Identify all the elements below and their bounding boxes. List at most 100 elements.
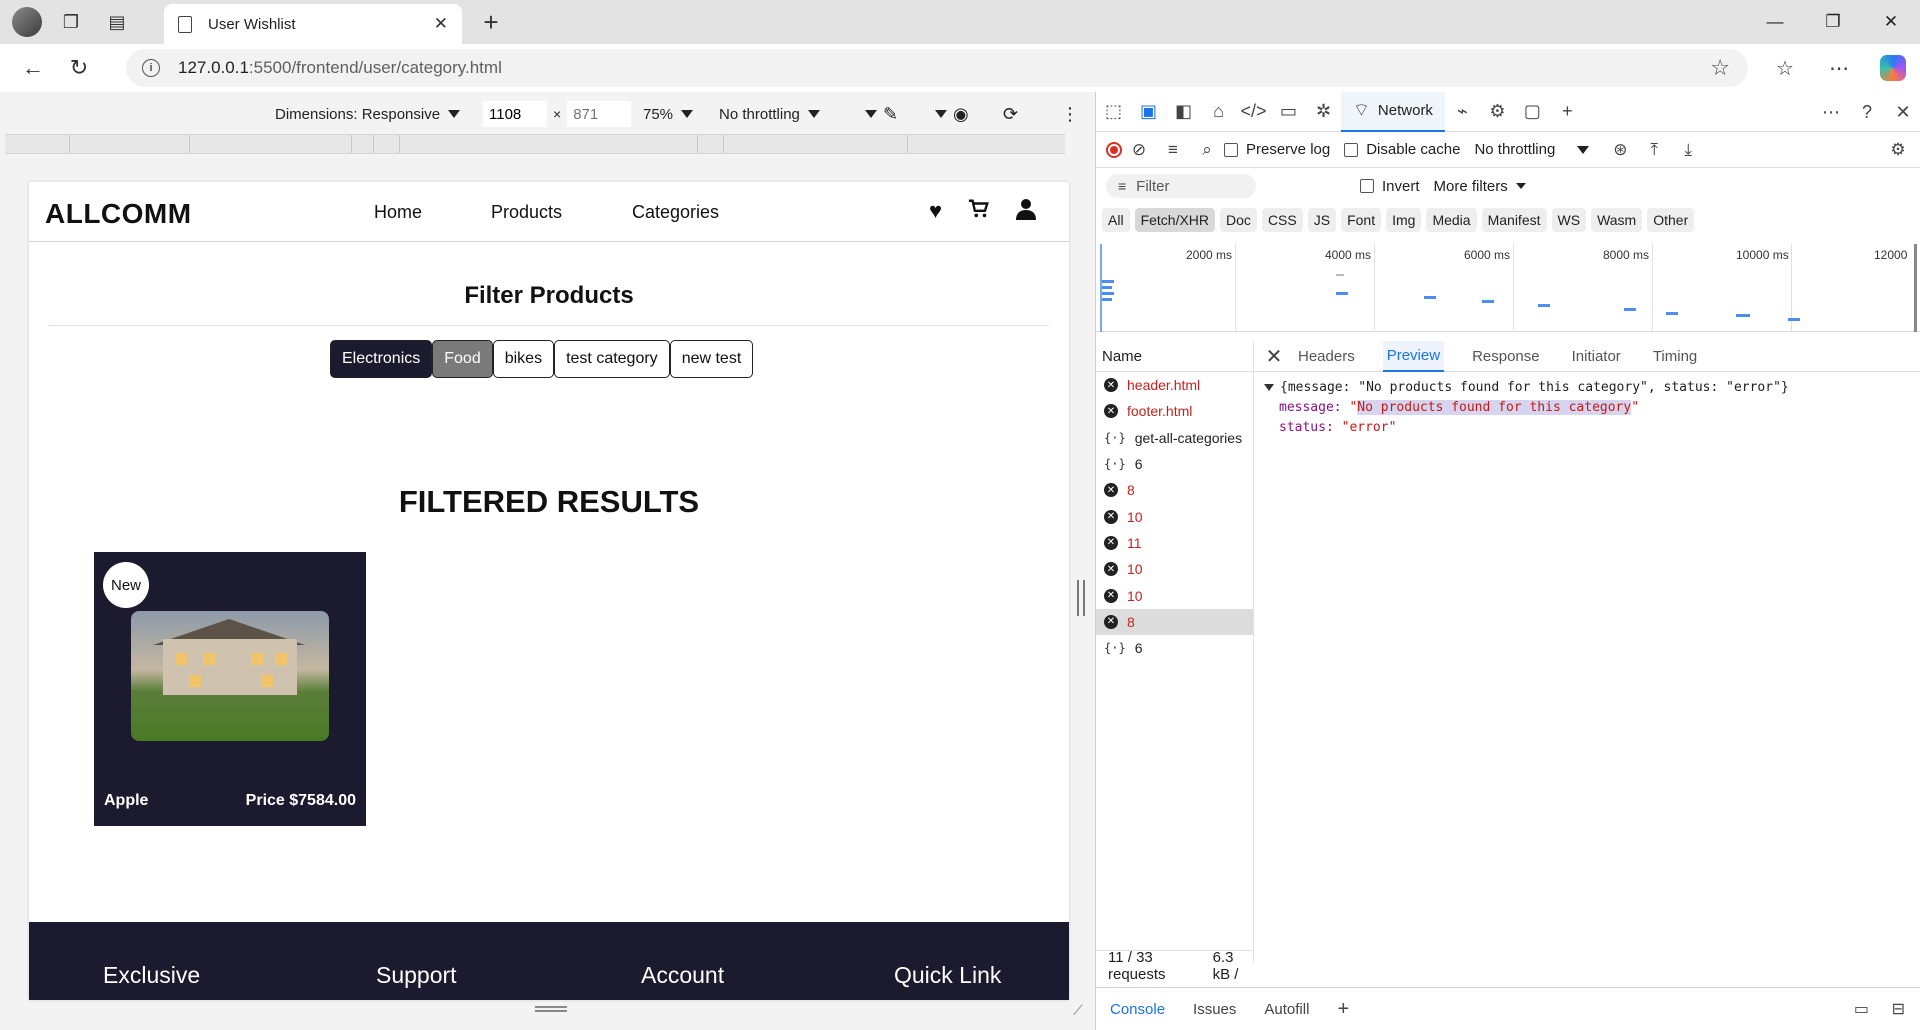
drawer-tab-autofill[interactable]: Autofill: [1250, 1001, 1323, 1018]
request-row[interactable]: {·} 6: [1096, 635, 1253, 661]
close-tab-icon[interactable]: ✕: [434, 14, 448, 34]
search-icon[interactable]: ⌕: [1190, 132, 1224, 168]
category-new-test-button[interactable]: new test: [669, 340, 754, 378]
drawer-tab-issues[interactable]: Issues: [1179, 1001, 1250, 1018]
more-filters-dropdown[interactable]: More filters: [1434, 178, 1526, 195]
eye-icon[interactable]: ◉: [953, 104, 969, 125]
eyedropper-icon[interactable]: ✎: [883, 104, 898, 125]
category-bikes-button[interactable]: bikes: [492, 340, 555, 378]
json-root-line[interactable]: {message: "No products found for this ca…: [1264, 378, 1920, 398]
tab-headers[interactable]: Headers: [1294, 342, 1359, 371]
rotate-icon[interactable]: ⟳: [1003, 104, 1018, 125]
type-doc[interactable]: Doc: [1220, 208, 1257, 232]
type-js[interactable]: JS: [1307, 208, 1337, 232]
request-row[interactable]: ✕ 10: [1096, 582, 1253, 608]
height-input[interactable]: [567, 101, 632, 127]
help-icon[interactable]: ?: [1849, 92, 1885, 132]
site-info-icon[interactable]: i: [142, 59, 160, 77]
category-electronics-button[interactable]: Electronics: [330, 340, 433, 378]
request-row[interactable]: ✕ 8: [1096, 477, 1253, 503]
type-wasm[interactable]: Wasm: [1591, 208, 1643, 232]
tab-initiator[interactable]: Initiator: [1568, 342, 1625, 371]
favorites-icon[interactable]: ☆: [1758, 56, 1812, 81]
inspect-icon[interactable]: ⬚: [1096, 92, 1131, 132]
request-row[interactable]: ✕ 11: [1096, 530, 1253, 556]
viewport-resize-handle[interactable]: [1077, 580, 1085, 616]
viewport-corner-grip[interactable]: ⟋: [1073, 1002, 1083, 1019]
network-conditions-icon[interactable]: ⊛: [1603, 132, 1637, 168]
dock-drawer-icon[interactable]: ▭: [1854, 999, 1869, 1019]
elements-icon[interactable]: </>: [1236, 92, 1271, 132]
browser-tab[interactable]: User Wishlist ✕: [164, 4, 462, 44]
type-manifest[interactable]: Manifest: [1481, 208, 1547, 232]
sources-bug-icon[interactable]: ✲: [1306, 92, 1341, 132]
category-food-button[interactable]: Food: [432, 340, 493, 378]
add-tool-icon[interactable]: +: [1550, 92, 1585, 132]
invert-checkbox[interactable]: Invert: [1360, 178, 1420, 195]
dock-icon[interactable]: ◧: [1166, 92, 1201, 132]
dimensions-select[interactable]: Dimensions: Responsive: [275, 106, 461, 123]
favorite-star-icon[interactable]: ☆: [1710, 55, 1730, 81]
width-input[interactable]: [483, 101, 547, 127]
type-all[interactable]: All: [1102, 208, 1130, 232]
close-details-icon[interactable]: ✕: [1254, 344, 1294, 369]
nav-categories[interactable]: Categories: [632, 202, 719, 223]
device-more-icon[interactable]: ⋮: [1061, 104, 1079, 125]
expand-triangle-icon[interactable]: [1264, 384, 1274, 391]
clear-icon[interactable]: ⊘: [1122, 132, 1156, 168]
performance-icon[interactable]: ⌁: [1445, 92, 1480, 132]
reload-icon[interactable]: ↻: [56, 48, 102, 88]
more-tools-icon[interactable]: ⋯: [1813, 92, 1849, 132]
restore-icon[interactable]: ❐: [1804, 0, 1862, 44]
site-logo[interactable]: ALLCOMM: [45, 198, 192, 230]
network-overview-timeline[interactable]: 2000 ms 4000 ms 6000 ms 8000 ms 10000 ms…: [1096, 244, 1920, 332]
request-row[interactable]: ✕ 8: [1096, 608, 1253, 635]
type-ws[interactable]: WS: [1551, 208, 1587, 232]
type-media[interactable]: Media: [1426, 208, 1477, 232]
preserve-log-checkbox[interactable]: Preserve log: [1224, 141, 1330, 158]
product-card[interactable]: New Apple Price $7584.00: [94, 552, 366, 826]
request-row[interactable]: ✕ 10: [1096, 503, 1253, 529]
request-row[interactable]: ✕ 10: [1096, 556, 1253, 582]
tab-response[interactable]: Response: [1468, 342, 1544, 371]
category-test-button[interactable]: test category: [554, 340, 670, 378]
record-icon[interactable]: [1106, 141, 1122, 158]
device-toggle-icon[interactable]: ▣: [1131, 92, 1166, 132]
close-window-icon[interactable]: ✕: [1862, 0, 1920, 44]
console-icon[interactable]: ▭: [1271, 92, 1306, 132]
profile-avatar[interactable]: [12, 7, 42, 37]
cart-icon[interactable]: [968, 198, 990, 226]
url-field[interactable]: i 127.0.0.1:5500/frontend/user/category.…: [126, 49, 1748, 87]
welcome-home-icon[interactable]: ⌂: [1201, 92, 1236, 132]
filter-settings-icon[interactable]: ≡: [1156, 132, 1190, 168]
close-devtools-icon[interactable]: ✕: [1885, 92, 1920, 132]
new-tab-button[interactable]: +: [474, 4, 508, 40]
request-row[interactable]: {·} get-all-categories: [1096, 425, 1253, 451]
minimize-icon[interactable]: —: [1746, 0, 1804, 44]
tab-timing[interactable]: Timing: [1649, 342, 1701, 371]
viewport-height-handle[interactable]: [535, 1006, 567, 1012]
request-row[interactable]: ✕ header.html: [1096, 372, 1253, 398]
application-icon[interactable]: ▢: [1515, 92, 1550, 132]
user-icon[interactable]: [1016, 198, 1037, 226]
throttling-dropdown[interactable]: No throttling: [1474, 141, 1590, 158]
type-other[interactable]: Other: [1647, 208, 1695, 232]
type-img[interactable]: Img: [1386, 208, 1422, 232]
nav-products[interactable]: Products: [491, 202, 632, 223]
disable-cache-checkbox[interactable]: Disable cache: [1344, 141, 1460, 158]
import-har-icon[interactable]: ⤒: [1637, 132, 1671, 168]
copilot-icon[interactable]: [1880, 55, 1906, 81]
add-drawer-tab-icon[interactable]: +: [1323, 998, 1363, 1021]
memory-gear-icon[interactable]: ⚙: [1480, 92, 1515, 132]
export-har-icon[interactable]: ⤓: [1671, 132, 1705, 168]
tab-preview[interactable]: Preview: [1382, 341, 1445, 372]
vision-select[interactable]: [927, 110, 947, 118]
throttling-select[interactable]: No throttling: [719, 106, 820, 123]
filter-input[interactable]: ≡ Filter: [1106, 174, 1256, 198]
back-icon[interactable]: ←: [10, 48, 56, 88]
type-fetch-xhr[interactable]: Fetch/XHR: [1134, 208, 1216, 232]
tab-network[interactable]: ⌔ Network: [1341, 91, 1445, 132]
type-css[interactable]: CSS: [1261, 208, 1303, 232]
request-row[interactable]: {·} 6: [1096, 451, 1253, 477]
heart-icon[interactable]: ♥: [929, 198, 942, 226]
